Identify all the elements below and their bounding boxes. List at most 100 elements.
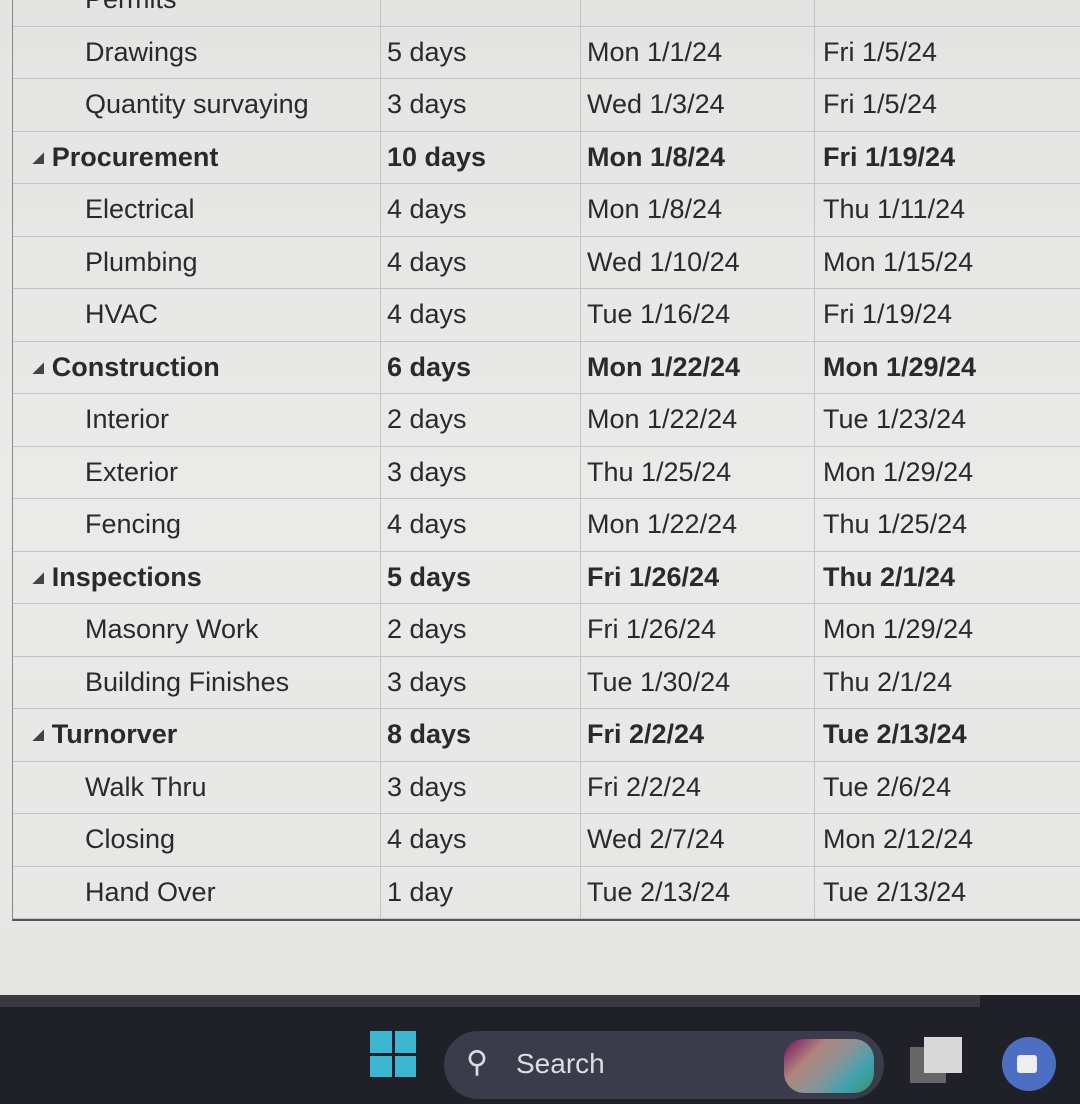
task-name-cell[interactable]: Closing <box>13 814 381 866</box>
finish-cell[interactable]: Fri 1/5/24 <box>815 27 1080 79</box>
start-cell[interactable]: Fri 1/26/24 <box>581 604 815 656</box>
task-name-cell[interactable]: ◢ Construction <box>13 341 381 393</box>
horizontal-scrollbar[interactable] <box>0 995 980 1007</box>
task-name-cell[interactable]: Masonry Work <box>13 604 381 656</box>
task-row[interactable]: Plumbing 4 days Wed 1/10/24 Mon 1/15/24 <box>13 236 1080 289</box>
start-cell[interactable]: Fri 1/26/24 <box>581 551 815 603</box>
collapse-triangle-icon[interactable]: ◢ <box>33 359 44 376</box>
duration-cell[interactable]: 3 days <box>381 761 581 813</box>
task-name-cell[interactable]: ◢ Procurement <box>13 131 381 183</box>
task-name-cell[interactable]: ◢ Inspections <box>13 551 381 603</box>
finish-cell[interactable]: Mon 2/12/24 <box>815 814 1080 866</box>
duration-cell[interactable]: 4 days <box>381 289 581 341</box>
task-name-cell[interactable]: ◢ Turnorver <box>13 709 381 761</box>
duration-cell[interactable]: 8 days <box>381 709 581 761</box>
finish-cell[interactable]: Mon 1/29/24 <box>815 447 1080 499</box>
finish-cell[interactable] <box>815 0 1080 26</box>
task-row[interactable]: Permits <box>13 0 1080 27</box>
duration-cell[interactable]: 5 days <box>381 26 581 78</box>
duration-cell[interactable]: 4 days <box>381 814 581 866</box>
finish-cell[interactable]: Thu 1/25/24 <box>815 499 1080 551</box>
task-row[interactable]: Walk Thru 3 days Fri 2/2/24 Tue 2/6/24 <box>13 761 1080 814</box>
start-cell[interactable] <box>581 0 815 26</box>
task-row[interactable]: Interior 2 days Mon 1/22/24 Tue 1/23/24 <box>13 394 1080 447</box>
finish-cell[interactable]: Tue 2/6/24 <box>815 762 1080 814</box>
duration-cell[interactable]: 4 days <box>381 236 581 288</box>
start-cell[interactable]: Tue 2/13/24 <box>581 866 815 918</box>
finish-cell[interactable]: Fri 1/19/24 <box>815 132 1080 184</box>
finish-cell[interactable]: Mon 1/29/24 <box>815 604 1080 656</box>
taskbar-search-box[interactable]: ⚲ Search <box>444 1031 884 1099</box>
video-meeting-icon[interactable] <box>1002 1037 1056 1091</box>
task-name-cell[interactable]: Hand Over <box>13 866 381 918</box>
duration-cell[interactable]: 6 days <box>381 341 581 393</box>
task-name-cell[interactable]: Electrical <box>13 184 381 236</box>
task-row[interactable]: HVAC 4 days Tue 1/16/24 Fri 1/19/24 <box>13 289 1080 342</box>
finish-cell[interactable]: Thu 1/11/24 <box>815 184 1080 236</box>
duration-cell[interactable]: 3 days <box>381 656 581 708</box>
summary-task-row[interactable]: ◢ Construction 6 days Mon 1/22/24 Mon 1/29/2… <box>13 341 1080 394</box>
finish-cell[interactable]: Fri 1/5/24 <box>815 79 1080 131</box>
start-cell[interactable]: Mon 1/22/24 <box>581 394 815 446</box>
start-cell[interactable]: Mon 1/22/24 <box>581 341 815 393</box>
start-cell[interactable]: Fri 2/2/24 <box>581 761 815 813</box>
duration-cell[interactable]: 10 days <box>381 131 581 183</box>
finish-cell[interactable]: Mon 1/15/24 <box>815 237 1080 289</box>
task-name-cell[interactable]: Quantity survaying <box>13 79 381 131</box>
task-view-icon[interactable] <box>910 1037 962 1083</box>
duration-cell[interactable]: 4 days <box>381 499 581 551</box>
windows-start-icon[interactable] <box>370 1031 416 1077</box>
start-cell[interactable]: Mon 1/1/24 <box>581 26 815 78</box>
duration-cell[interactable]: 2 days <box>381 394 581 446</box>
finish-cell[interactable]: Mon 1/29/24 <box>815 342 1080 394</box>
duration-cell[interactable]: 2 days <box>381 604 581 656</box>
duration-cell[interactable]: 1 day <box>381 866 581 918</box>
start-cell[interactable]: Mon 1/8/24 <box>581 184 815 236</box>
start-cell[interactable]: Wed 2/7/24 <box>581 814 815 866</box>
summary-task-row[interactable]: ◢ Turnorver 8 days Fri 2/2/24 Tue 2/13/24 <box>13 709 1080 762</box>
duration-cell[interactable]: 5 days <box>381 551 581 603</box>
duration-cell[interactable]: 3 days <box>381 446 581 498</box>
task-name-cell[interactable]: Building Finishes <box>13 656 381 708</box>
collapse-triangle-icon[interactable]: ◢ <box>33 149 44 166</box>
task-row[interactable]: Fencing 4 days Mon 1/22/24 Thu 1/25/24 <box>13 499 1080 552</box>
duration-cell[interactable] <box>381 0 581 26</box>
task-row[interactable]: Exterior 3 days Thu 1/25/24 Mon 1/29/24 <box>13 446 1080 499</box>
collapse-triangle-icon[interactable]: ◢ <box>33 569 44 586</box>
task-row[interactable]: Hand Over 1 day Tue 2/13/24 Tue 2/13/24 <box>13 866 1080 919</box>
task-row[interactable]: Quantity survaying 3 days Wed 1/3/24 Fri 1/… <box>13 79 1080 132</box>
duration-cell[interactable]: 4 days <box>381 184 581 236</box>
task-name-cell[interactable]: Walk Thru <box>13 761 381 813</box>
start-cell[interactable]: Thu 1/25/24 <box>581 446 815 498</box>
task-name-cell[interactable]: Plumbing <box>13 236 381 288</box>
start-cell[interactable]: Mon 1/8/24 <box>581 131 815 183</box>
task-row[interactable]: Drawings 5 days Mon 1/1/24 Fri 1/5/24 <box>13 26 1080 79</box>
duration-cell[interactable]: 3 days <box>381 79 581 131</box>
task-name-cell[interactable]: Exterior <box>13 446 381 498</box>
task-name-cell[interactable]: Drawings <box>13 26 381 78</box>
task-name-cell[interactable]: Fencing <box>13 499 381 551</box>
task-name-cell[interactable]: Permits <box>13 0 381 26</box>
summary-task-row[interactable]: ◢ Procurement 10 days Mon 1/8/24 Fri 1/19/24 <box>13 131 1080 184</box>
task-row[interactable]: Masonry Work 2 days Fri 1/26/24 Mon 1/29/24 <box>13 604 1080 657</box>
finish-cell[interactable]: Tue 2/13/24 <box>815 709 1080 761</box>
finish-cell[interactable]: Thu 2/1/24 <box>815 657 1080 709</box>
start-cell[interactable]: Tue 1/30/24 <box>581 656 815 708</box>
summary-task-row[interactable]: ◢ Inspections 5 days Fri 1/26/24 Thu 2/1/24 <box>13 551 1080 604</box>
finish-cell[interactable]: Tue 1/23/24 <box>815 394 1080 446</box>
finish-cell-text: Fri 1/5/24 <box>823 36 938 67</box>
task-row[interactable]: Closing 4 days Wed 2/7/24 Mon 2/12/24 <box>13 814 1080 867</box>
task-name-cell[interactable]: HVAC <box>13 289 381 341</box>
task-row[interactable]: Building Finishes 3 days Tue 1/30/24 Thu 2/… <box>13 656 1080 709</box>
start-cell[interactable]: Mon 1/22/24 <box>581 499 815 551</box>
start-cell[interactable]: Wed 1/3/24 <box>581 79 815 131</box>
task-row[interactable]: Electrical 4 days Mon 1/8/24 Thu 1/11/24 <box>13 184 1080 237</box>
collapse-triangle-icon[interactable]: ◢ <box>33 726 44 743</box>
finish-cell[interactable]: Tue 2/13/24 <box>815 867 1080 919</box>
start-cell[interactable]: Fri 2/2/24 <box>581 709 815 761</box>
start-cell[interactable]: Wed 1/10/24 <box>581 236 815 288</box>
start-cell[interactable]: Tue 1/16/24 <box>581 289 815 341</box>
finish-cell[interactable]: Fri 1/19/24 <box>815 289 1080 341</box>
task-name-cell[interactable]: Interior <box>13 394 381 446</box>
finish-cell[interactable]: Thu 2/1/24 <box>815 552 1080 604</box>
